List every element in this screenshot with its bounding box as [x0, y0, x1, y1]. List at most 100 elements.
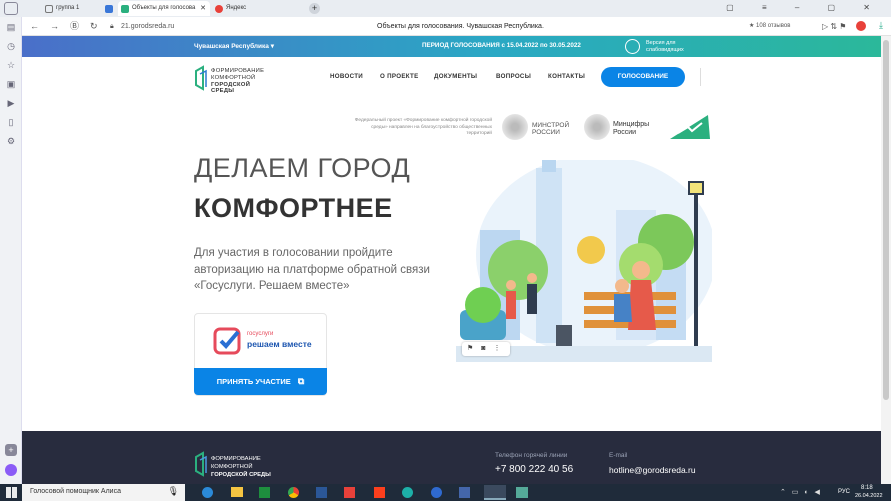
- tab-messenger[interactable]: [102, 1, 118, 16]
- minstroy-label: МИНСТРОЙ РОССИИ: [532, 122, 570, 136]
- vote-button[interactable]: ГОЛОСОВАНИЕ: [601, 67, 685, 87]
- add-panel-icon[interactable]: +: [5, 444, 17, 456]
- reload-icon[interactable]: ↻: [90, 20, 98, 33]
- yandex-app-icon[interactable]: [344, 487, 355, 498]
- tab-group[interactable]: группа 1: [42, 1, 100, 16]
- logo-line1: ФОРМИРОВАНИЕ: [211, 68, 265, 74]
- browser-sidebar: ▤ ◷ ☆ ▣ ▶ ▯ ⚙ +: [0, 17, 22, 484]
- yandex-browser-app-icon[interactable]: [374, 487, 385, 498]
- yandex-home-icon[interactable]: [4, 2, 18, 15]
- windows-start-icon[interactable]: [6, 487, 17, 498]
- tab-yandex[interactable]: Яндекс: [212, 1, 302, 16]
- gosuslugi-small-label: госуслуги: [247, 331, 274, 337]
- explorer-app-icon[interactable]: [231, 487, 243, 497]
- voting-period: ПЕРИОД ГОЛОСОВАНИЯ с 15.04.2022 по 30.05…: [422, 42, 581, 49]
- window-controls: ▢ ≡ – ▢ ✕: [726, 3, 883, 12]
- chrome-app-icon[interactable]: [288, 487, 299, 498]
- image-app-icon[interactable]: [459, 487, 470, 498]
- music-icon[interactable]: ▶: [5, 97, 17, 109]
- nav-questions[interactable]: ВОПРОСЫ: [496, 73, 531, 80]
- clock-date[interactable]: 26.04.2022: [855, 493, 883, 499]
- nav-about[interactable]: О ПРОЕКТЕ: [380, 73, 419, 80]
- bookmark-icon[interactable]: ▷ ⇅ ⚑: [822, 20, 846, 33]
- messenger-icon: [105, 5, 113, 13]
- edge-app-icon[interactable]: [202, 487, 213, 498]
- menu-icon[interactable]: ▤: [5, 21, 17, 33]
- settings-icon[interactable]: ⚙: [5, 135, 17, 147]
- eye-icon[interactable]: [625, 39, 640, 54]
- reviews-badge[interactable]: ★ 108 отзывов: [749, 20, 790, 33]
- scrollbar-thumb[interactable]: [883, 40, 889, 400]
- hero-line1: ДЕЛАЕМ ГОРОД: [194, 153, 411, 183]
- back-icon[interactable]: ←: [30, 20, 39, 33]
- lock-icon: 🔒︎: [110, 23, 114, 30]
- federal-project-text: Федеральный проект «Формирование комфорт…: [354, 118, 492, 136]
- microphone-icon[interactable]: 🎙︎: [168, 486, 179, 497]
- footer-logo-line3: ГОРОДСКОЙ СРЕДЫ: [211, 472, 271, 478]
- nav-news[interactable]: НОВОСТИ: [330, 73, 363, 80]
- tab-icon: [45, 5, 53, 13]
- tray-icons: ⌃ ▭ ◐ ◀︎: [780, 489, 822, 496]
- more-icon[interactable]: ⋮: [494, 345, 509, 352]
- download-icon[interactable]: ⤓: [879, 20, 883, 31]
- adblock-icon[interactable]: [856, 21, 866, 31]
- email-label: E-mail: [609, 452, 628, 459]
- logo-line3: ГОРОДСКОЙ СРЕДЫ: [211, 82, 251, 94]
- city-park-illustration: [456, 160, 712, 362]
- gosuslugi-logo-icon: [213, 327, 241, 355]
- nav-documents[interactable]: ДОКУМЕНТЫ: [434, 73, 477, 80]
- hero-line2: КОМФОРТНЕЕ: [194, 193, 393, 223]
- address-bar: ← → Ⓑ ↻ 🔒︎ 21.gorodsreda.ru Объекты для …: [22, 17, 891, 36]
- gorodsreda-tab-icon: [121, 5, 129, 13]
- excel-app-icon[interactable]: [259, 487, 270, 498]
- site-logo[interactable]: ФОРМИРОВАНИЕ КОМФОРТНОЙ ГОРОДСКОЙ СРЕДЫ: [194, 64, 274, 94]
- tab-label: группа 1: [56, 5, 80, 11]
- history-icon[interactable]: ◷: [5, 40, 17, 52]
- thunderbird-app-icon[interactable]: [431, 487, 442, 498]
- edge-new-app-icon[interactable]: [402, 487, 413, 498]
- yandex-tab-icon: [215, 5, 223, 13]
- footer-logo-mark-icon: [195, 451, 207, 477]
- tab-label: Объекты для голосова: [132, 5, 196, 11]
- region-select[interactable]: Чувашская Республика ▾: [194, 42, 274, 50]
- participate-label: ПРИНЯТЬ УЧАСТИЕ: [216, 377, 291, 386]
- logo-mark-icon: [195, 65, 207, 91]
- image-toolbar: ⚑◙⋮: [462, 342, 510, 356]
- word-app-icon[interactable]: [316, 487, 327, 498]
- url-field[interactable]: 21.gorodsreda.ru: [121, 20, 174, 33]
- browser-tab-bar: группа 1 Объекты для голосова ✕ Яндекс +…: [0, 0, 891, 17]
- hotline-number[interactable]: +7 800 222 40 56: [495, 464, 573, 475]
- accessible-version-link[interactable]: Версия для слабовидящих: [646, 40, 706, 54]
- header-divider: [700, 68, 701, 86]
- protect-icon[interactable]: Ⓑ: [70, 20, 79, 33]
- windows-taskbar: Голосовой помощник Алиса 🎙︎ ⌃ ▭ ◐ ◀︎ РУС…: [0, 484, 891, 501]
- notes-icon[interactable]: ▯: [5, 116, 17, 128]
- clock-time[interactable]: 8:18: [861, 485, 873, 491]
- gorodsreda-partner-icon: [670, 115, 710, 139]
- alice-search-placeholder: Голосовой помощник Алиса: [30, 488, 121, 495]
- alice-search-box[interactable]: Голосовой помощник Алиса 🎙︎: [22, 484, 185, 501]
- yandex-active-app-icon[interactable]: [484, 485, 506, 500]
- forward-icon[interactable]: →: [50, 20, 59, 33]
- page-title: Объекты для голосования. Чувашская Респу…: [377, 23, 544, 30]
- minstroy-emblem-icon: [502, 114, 528, 140]
- email-link[interactable]: hotline@gorodsreda.ru: [609, 465, 696, 475]
- external-link-icon: ⧉: [297, 376, 305, 386]
- hero-description: Для участия в голосовании пройдите автор…: [194, 247, 430, 292]
- footer-logo-line2: КОМФОРТНОЙ: [211, 464, 253, 470]
- bookmark-icon[interactable]: ⚑: [467, 345, 481, 352]
- tab-active[interactable]: Объекты для голосова ✕: [118, 1, 210, 16]
- close-tab-icon[interactable]: ✕: [200, 1, 206, 16]
- language-indicator[interactable]: РУС: [838, 489, 850, 495]
- site-footer: ФОРМИРОВАНИЕ КОМФОРТНОЙ ГОРОДСКОЙ СРЕДЫ …: [22, 431, 881, 484]
- favorites-icon[interactable]: ☆: [5, 59, 17, 71]
- hotline-label: Телефон горячей линии: [495, 452, 568, 459]
- camera-icon[interactable]: ◙: [481, 345, 493, 352]
- new-tab-button[interactable]: +: [309, 3, 320, 14]
- scrollbar[interactable]: [881, 36, 891, 484]
- alice-icon[interactable]: [5, 464, 17, 476]
- nav-contacts[interactable]: КОНТАКТЫ: [548, 73, 585, 80]
- collections-icon[interactable]: ▣: [5, 78, 17, 90]
- participate-button[interactable]: ПРИНЯТЬ УЧАСТИЕ ⧉: [194, 368, 327, 395]
- desktop-app-icon[interactable]: [516, 487, 528, 498]
